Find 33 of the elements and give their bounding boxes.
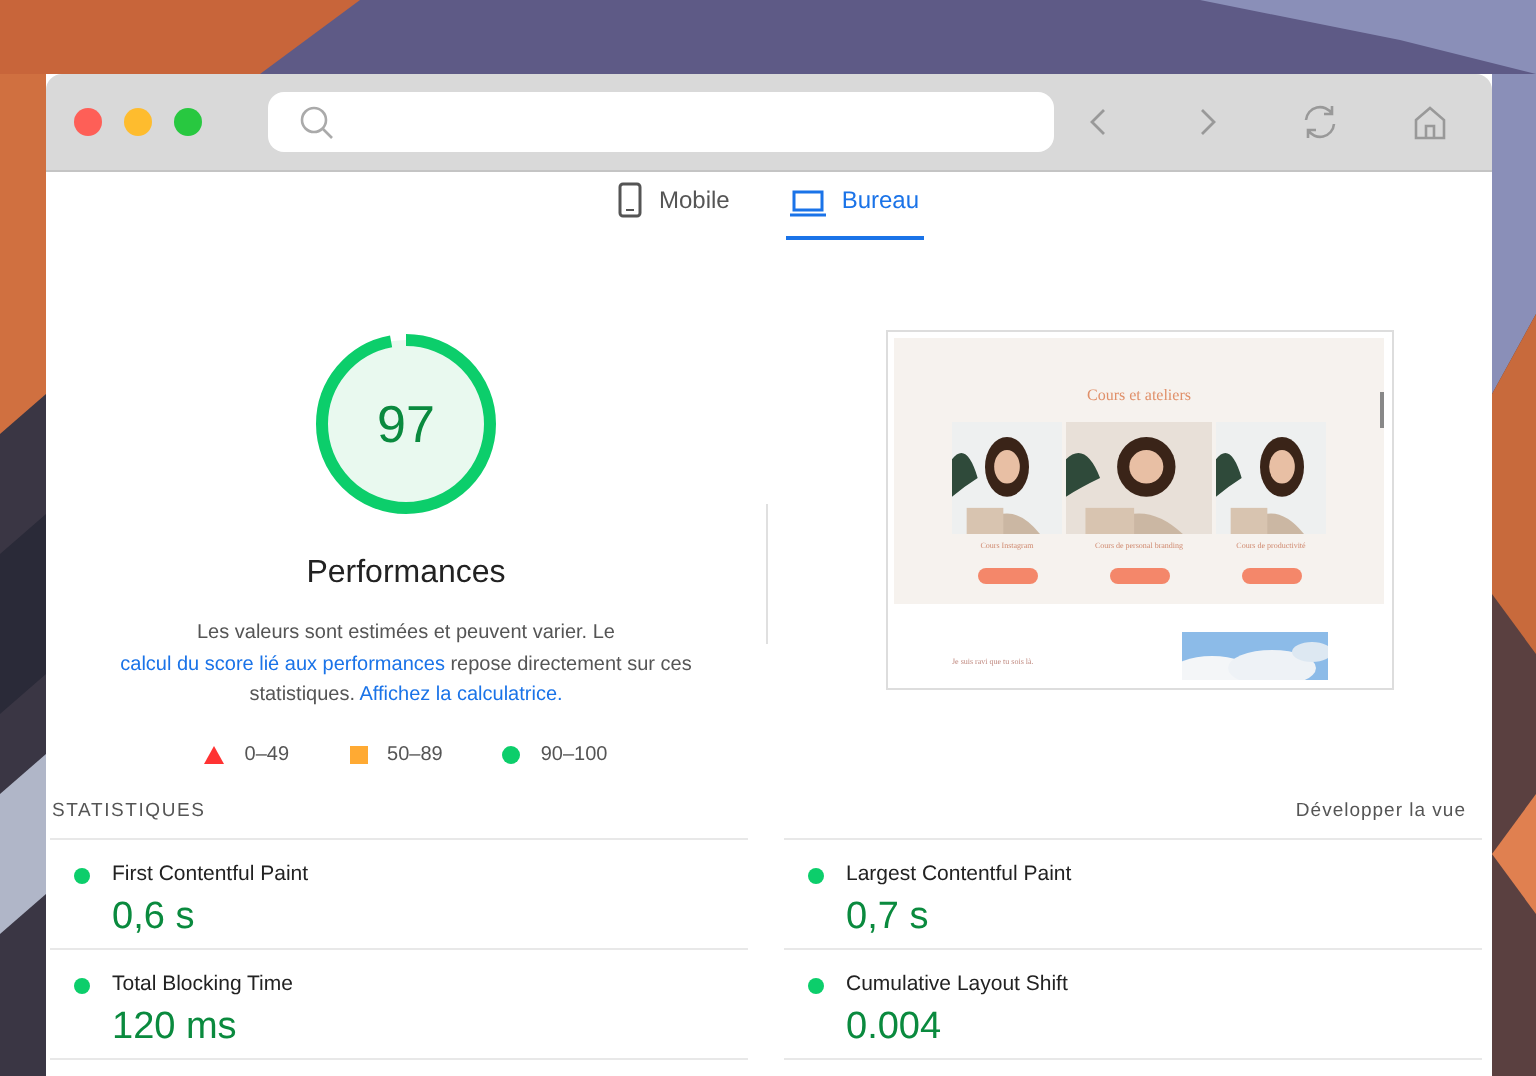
- maximize-button[interactable]: [174, 108, 202, 136]
- score-label: Performances: [306, 554, 506, 594]
- forward-icon[interactable]: [1200, 108, 1216, 136]
- metric-value: 120 ms: [112, 1003, 239, 1051]
- preview-heading: Cours et ateliers: [1087, 384, 1191, 408]
- metric-value: 0.004: [846, 1003, 944, 1051]
- back-icon[interactable]: [1090, 108, 1106, 136]
- address-field[interactable]: [268, 92, 1054, 152]
- calculator-link[interactable]: Affichez la calculatrice.: [359, 684, 563, 706]
- minimize-button[interactable]: [124, 108, 152, 136]
- legend-label: 50–89: [387, 741, 443, 769]
- phone-icon: [618, 182, 643, 218]
- search-icon: [300, 105, 334, 139]
- preview-scrollbar: [1380, 392, 1384, 428]
- close-button[interactable]: [74, 108, 102, 136]
- metric-value: 0,6 s: [112, 893, 197, 941]
- tab[interactable]: Bureau: [785, 172, 924, 240]
- score-value: 97: [377, 394, 435, 454]
- legend-label: 0–49: [244, 741, 290, 769]
- metric-name: Cumulative Layout Shift: [846, 969, 1068, 1000]
- legend-label: 90–100: [540, 741, 608, 769]
- score-description: Les valeurs sont estimées et peuvent varier. Le calcul du score lié aux performances repose directement sur ces statistiques. Affichez la calculatrice.: [118, 620, 694, 710]
- expand-view-link[interactable]: Développer la vue: [1295, 797, 1466, 826]
- metric-name: Total Blocking Time: [112, 969, 293, 1000]
- metric-name: Largest Contentful Paint: [846, 859, 1072, 890]
- tab[interactable]: Mobile: [614, 172, 734, 240]
- laptop-icon: [789, 190, 826, 218]
- home-icon[interactable]: [1412, 104, 1448, 140]
- score-calculation-link[interactable]: calcul du score lié aux performances: [120, 653, 445, 675]
- statistics-title: STATISTIQUES: [52, 797, 206, 825]
- refresh-icon[interactable]: [1302, 104, 1338, 140]
- metric-value: 0,7 s: [846, 893, 931, 941]
- metric-name: First Contentful Paint: [112, 859, 309, 890]
